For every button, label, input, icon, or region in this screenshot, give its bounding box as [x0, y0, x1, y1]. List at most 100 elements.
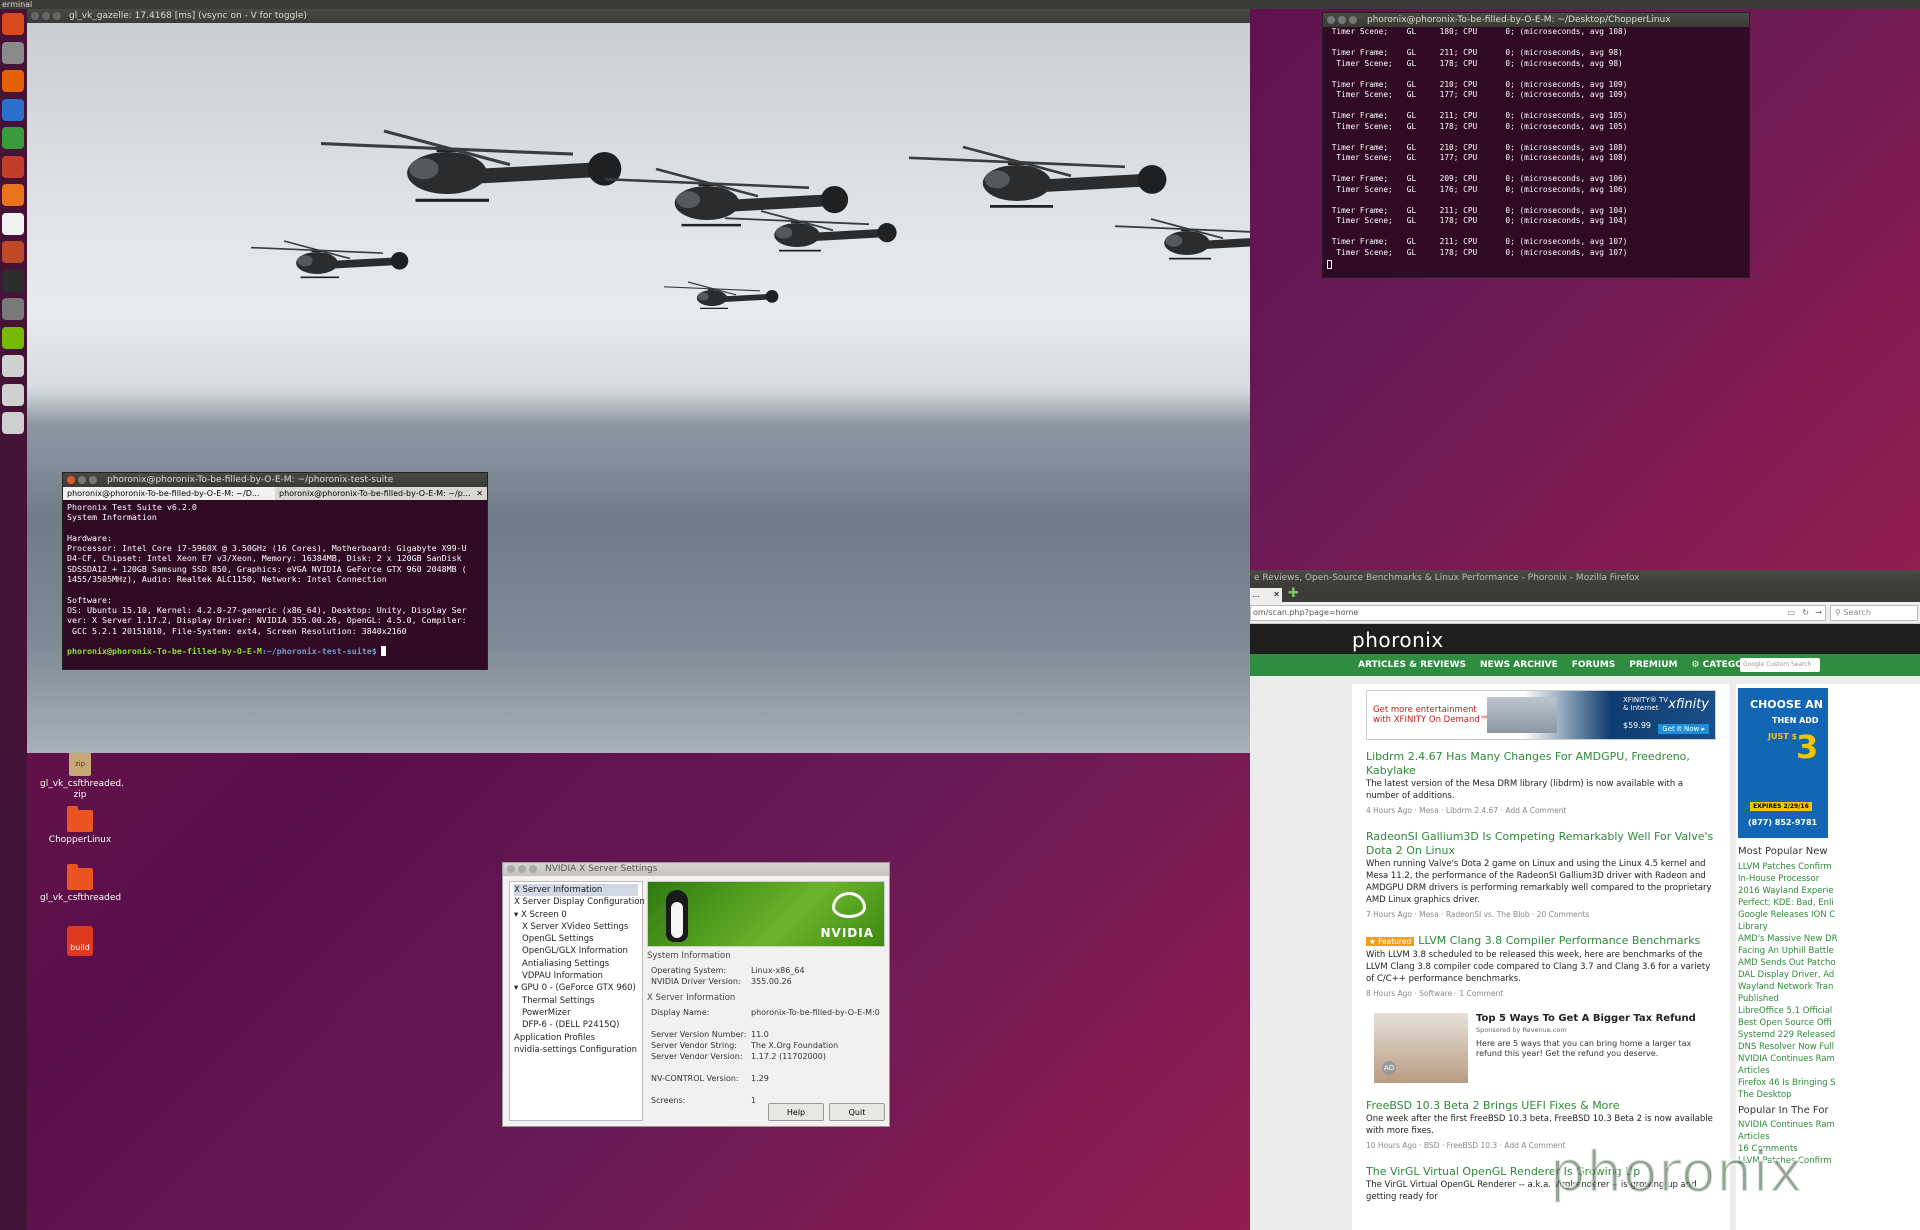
tree-item[interactable]: X Server Information [514, 884, 638, 897]
maximize-icon[interactable] [53, 12, 61, 20]
side-ad[interactable]: CHOOSE AN THEN ADD JUST $ 3 EXPIRES 2/29… [1738, 688, 1828, 838]
close-icon[interactable] [67, 476, 75, 484]
settings-icon[interactable] [2, 241, 24, 263]
minimize-icon[interactable] [42, 12, 50, 20]
tree-item[interactable]: Thermal Settings [514, 995, 638, 1007]
close-tab-icon[interactable]: ✕ [1273, 588, 1280, 602]
article-title[interactable]: ★ Featured LLVM Clang 3.8 Compiler Perfor… [1366, 934, 1716, 949]
desktop-icon-csfthreaded[interactable]: gl_vk_csfthreaded [40, 864, 121, 904]
calc-icon[interactable] [2, 127, 24, 149]
firefox-icon[interactable] [2, 70, 24, 92]
reader-icon[interactable]: ▭ [1787, 606, 1795, 620]
popular-link[interactable]: 2016 Wayland Experie [1738, 885, 1918, 897]
tree-item[interactable]: nvidia-settings Configuration [514, 1044, 638, 1056]
tree-item[interactable]: X Server XVideo Settings [514, 921, 638, 933]
tree-item[interactable]: Antialiasing Settings [514, 958, 638, 970]
popular-link[interactable]: The Desktop [1738, 1089, 1918, 1101]
article-title-text[interactable]: FreeBSD 10.3 Beta 2 Brings UEFI Fixes & … [1366, 1099, 1619, 1112]
popular-link[interactable]: NVIDIA Continues Ram [1738, 1053, 1918, 1065]
google-search-input[interactable]: Google Custom Search [1740, 658, 1820, 672]
article-title-text[interactable]: LLVM Clang 3.8 Compiler Performance Benc… [1418, 934, 1700, 947]
popular-link[interactable]: Systemd 229 Released [1738, 1029, 1918, 1041]
close-icon[interactable] [507, 865, 515, 873]
sponsored-block[interactable]: AD Top 5 Ways To Get A Bigger Tax Refund S… [1366, 1013, 1716, 1085]
popular-link[interactable]: DNS Resolver Now Full [1738, 1041, 1918, 1053]
terminal-output[interactable]: Phoronix Test Suite v6.2.0 System Informa… [63, 500, 487, 669]
usb-icon[interactable] [2, 412, 24, 434]
tree-item[interactable]: OpenGL Settings [514, 933, 638, 945]
software-center-icon[interactable] [2, 184, 24, 206]
popular-link[interactable]: Wayland Network Tran [1738, 981, 1918, 993]
reload-icon[interactable]: ↻ [1802, 606, 1809, 620]
nav-forums[interactable]: FORUMS [1572, 654, 1615, 676]
terminal-prompt[interactable]: phoronix@phoronix-To-be-filled-by-O-E-M:… [67, 646, 483, 657]
firefox-window[interactable]: e Reviews, Open-Source Benchmarks & Linu… [1250, 570, 1920, 1230]
drive-icon-2[interactable] [2, 383, 24, 406]
maximize-icon[interactable] [89, 476, 97, 484]
nav-articles[interactable]: ARTICLES & REVIEWS [1358, 654, 1466, 676]
popular-link[interactable]: AMD Sends Out Patcho [1738, 957, 1918, 969]
dash-icon[interactable] [2, 13, 24, 35]
popular-link[interactable]: AMD's Massive New DR [1738, 933, 1918, 945]
writer-icon[interactable] [2, 98, 24, 121]
desktop-icon-zip[interactable]: zip gl_vk_csfthreaded. zip [40, 752, 124, 801]
popular-link[interactable]: LibreOffice 5.1 Official [1738, 1005, 1918, 1017]
popular-link[interactable]: DAL Display Driver, Ad [1738, 969, 1918, 981]
popular-link[interactable]: Facing An Uphill Battle [1738, 945, 1918, 957]
ad-cta-button[interactable]: Get It Now ▸ [1658, 724, 1709, 734]
nav-news-archive[interactable]: NEWS ARCHIVE [1480, 654, 1558, 676]
close-tab-icon[interactable]: ✕ [476, 487, 483, 500]
popular-link[interactable]: Published [1738, 993, 1918, 1005]
browser-tab[interactable]: … ✕ [1250, 588, 1282, 602]
help-icon[interactable] [2, 298, 24, 320]
popular-link[interactable]: Articles [1738, 1065, 1918, 1077]
help-button[interactable]: Help [768, 1103, 824, 1121]
minimize-icon[interactable] [78, 476, 86, 484]
article-title[interactable]: FreeBSD 10.3 Beta 2 Brings UEFI Fixes & … [1366, 1099, 1716, 1113]
maximize-icon[interactable] [529, 865, 537, 873]
minimize-icon[interactable] [1338, 16, 1346, 24]
nvidia-icon[interactable] [2, 326, 24, 349]
tree-item[interactable]: DFP-6 - (DELL P2415Q) [514, 1019, 638, 1031]
article[interactable]: Libdrm 2.4.67 Has Many Changes For AMDGP… [1366, 750, 1716, 816]
impress-icon[interactable] [2, 155, 24, 178]
terminal-tab[interactable]: phoronix@phoronix-To-be-filled-by-O-E-M:… [275, 487, 487, 500]
minimize-icon[interactable] [518, 865, 526, 873]
desktop-icon-chopperlinux[interactable]: ChopperLinux [40, 806, 120, 846]
popular-link[interactable]: Google Releases ION C [1738, 909, 1918, 921]
article-title[interactable]: Libdrm 2.4.67 Has Many Changes For AMDGP… [1366, 750, 1716, 778]
article[interactable]: ★ Featured LLVM Clang 3.8 Compiler Perfor… [1366, 934, 1716, 999]
nav-premium[interactable]: PREMIUM [1629, 654, 1677, 676]
tree-item[interactable]: OpenGL/GLX Information [514, 945, 638, 957]
amazon-icon[interactable] [2, 212, 24, 235]
drive-icon[interactable] [2, 355, 24, 377]
quit-button[interactable]: Quit [829, 1103, 885, 1121]
article[interactable]: RadeonSI Gallium3D Is Competing Remarkab… [1366, 830, 1716, 920]
article-title-text[interactable]: Libdrm 2.4.67 Has Many Changes For AMDGP… [1366, 750, 1690, 777]
popular-link[interactable]: LLVM Patches Confirm [1738, 861, 1918, 873]
terminal-window-chopper[interactable]: phoronix@phoronix-To-be-filled-by-O-E-M:… [1322, 12, 1750, 278]
site-logo[interactable]: phoronix [1352, 628, 1444, 652]
close-icon[interactable] [1327, 16, 1335, 24]
article-title[interactable]: RadeonSI Gallium3D Is Competing Remarkab… [1366, 830, 1716, 858]
popular-link[interactable]: Firefox 46 Is Bringing S [1738, 1077, 1918, 1089]
sponsored-title[interactable]: Top 5 Ways To Get A Bigger Tax Refund [1476, 1013, 1696, 1024]
nvidia-settings-window[interactable]: NVIDIA X Server Settings X Server Inform… [502, 862, 890, 1127]
tree-item[interactable]: VDPAU Information [514, 970, 638, 982]
tree-item[interactable]: ▾ X Screen 0 [514, 909, 638, 921]
article-title-text[interactable]: RadeonSI Gallium3D Is Competing Remarkab… [1366, 830, 1713, 857]
close-icon[interactable] [31, 12, 39, 20]
popular-link[interactable]: Library [1738, 921, 1918, 933]
forward-icon[interactable]: → [1815, 606, 1822, 620]
xfinity-ad[interactable]: Get more entertainment with XFINITY On De… [1366, 690, 1716, 740]
maximize-icon[interactable] [1349, 16, 1357, 24]
desktop-icon-build[interactable]: build [40, 926, 120, 956]
popular-forum-link[interactable]: NVIDIA Continues Ram [1738, 1119, 1918, 1131]
search-box[interactable]: ⚲ Search [1830, 605, 1918, 621]
files-icon[interactable] [2, 41, 24, 64]
tree-item[interactable]: PowerMizer [514, 1007, 638, 1019]
terminal-output[interactable]: Timer Scene; GL 180; CPU 0; (microsecond… [1323, 27, 1749, 277]
terminal-icon[interactable] [2, 269, 24, 292]
popular-link[interactable]: Best Open Source Offi [1738, 1017, 1918, 1029]
settings-tree[interactable]: X Server Information X Server Display Con… [509, 881, 645, 1121]
